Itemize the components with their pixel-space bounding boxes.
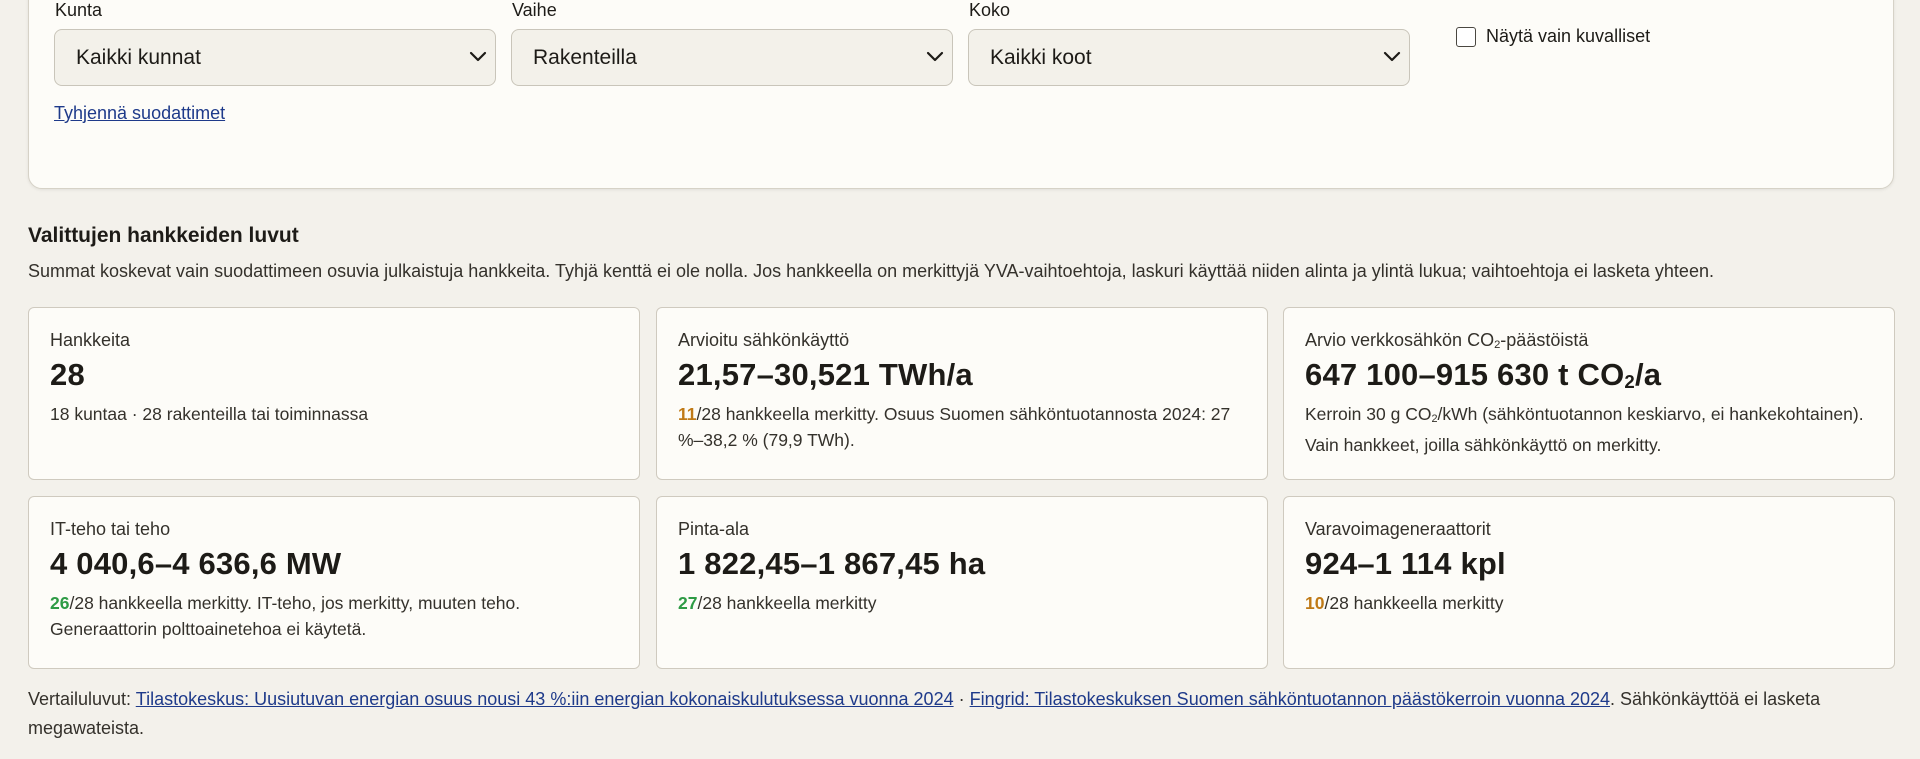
card-note: Kerroin 30 g CO2/kWh (sähköntuotannon ke… xyxy=(1305,401,1873,458)
filter-panel: Kunta Kaikki kunnat Vaihe Rakenteilla Ko… xyxy=(28,0,1894,189)
size-select[interactable]: Kaikki koot xyxy=(968,29,1410,86)
card-note: 10/28 hankkeella merkitty xyxy=(1305,590,1873,616)
coverage-text: /28 hankkeella merkitty. Osuus Suomen sä… xyxy=(678,404,1231,450)
coverage-text: /28 hankkeella merkitty. IT-teho, jos me… xyxy=(50,593,521,639)
images-only-label: Näytä vain kuvalliset xyxy=(1486,26,1651,46)
card-label: Varavoimageneraattorit xyxy=(1305,519,1491,539)
coverage-count: 27 xyxy=(678,593,698,613)
card-note: 11/28 hankkeella merkitty. Osuus Suomen … xyxy=(678,401,1246,453)
statistics-finland-link[interactable]: Tilastokeskus: Uusiutuvan energian osuus… xyxy=(136,689,954,709)
phase-value: Rakenteilla xyxy=(533,45,637,69)
card-projects: Hankkeita 28 18 kuntaa · 28 rakenteilla … xyxy=(28,307,640,480)
card-note: 26/28 hankkeella merkitty. IT-teho, jos … xyxy=(50,590,618,642)
size-value: Kaikki koot xyxy=(990,45,1092,69)
phase-select[interactable]: Rakenteilla xyxy=(511,29,953,86)
card-area: Pinta-ala 1 822,45–1 867,45 ha 27/28 han… xyxy=(656,496,1268,669)
phase-label: Vaihe xyxy=(512,0,557,20)
label-text: Arvio verkkosähkön CO xyxy=(1305,330,1495,350)
chevron-down-icon xyxy=(469,51,487,62)
card-label: Arvio verkkosähkön CO2-päästöistä xyxy=(1305,330,1873,351)
chevron-down-icon xyxy=(1383,51,1401,62)
card-electricity: Arvioitu sähkönkäyttö 21,57–30,521 TWh/a… xyxy=(656,307,1268,480)
coverage-count: 26 xyxy=(50,593,70,613)
reference-footer: Vertailuluvut: Tilastokeskus: Uusiutuvan… xyxy=(28,685,1888,743)
images-only-toggle[interactable]: Näytä vain kuvalliset xyxy=(1456,26,1650,47)
coverage-text: /28 hankkeella merkitty xyxy=(697,593,877,613)
footer-prefix: Vertailuluvut: xyxy=(28,689,136,709)
card-value: 21,57–30,521 TWh/a xyxy=(678,357,973,392)
card-label: Pinta-ala xyxy=(678,519,750,539)
municipality-value: Kaikki kunnat xyxy=(76,45,201,69)
value-subscript: 2 xyxy=(1624,371,1635,392)
card-note: 27/28 hankkeella merkitty xyxy=(678,590,1246,616)
card-value: 28 xyxy=(50,357,85,392)
card-value: 1 822,45–1 867,45 ha xyxy=(678,546,986,581)
coverage-count: 11 xyxy=(678,404,697,424)
footer-separator: · xyxy=(953,689,970,709)
note-text: Kerroin 30 g CO xyxy=(1305,404,1432,425)
coverage-text: /28 hankkeella merkitty xyxy=(1324,593,1504,613)
chevron-down-icon xyxy=(926,51,944,62)
municipality-label: Kunta xyxy=(55,0,103,20)
card-value: 647 100–915 630 t CO2/a xyxy=(1305,357,1873,393)
card-note: 18 kuntaa · 28 rakenteilla tai toiminnas… xyxy=(50,404,369,424)
municipality-select[interactable]: Kaikki kunnat xyxy=(54,29,496,86)
coverage-count: 10 xyxy=(1305,593,1325,613)
card-label: IT-teho tai teho xyxy=(50,519,171,539)
summary-description: Summat koskevat vain suodattimeen osuvia… xyxy=(28,261,1714,281)
summary-title: Valittujen hankkeiden luvut xyxy=(28,224,299,247)
card-generators: Varavoimageneraattorit 924–1 114 kpl 10/… xyxy=(1283,496,1895,669)
fingrid-link[interactable]: Fingrid: Tilastokeskuksen Suomen sähkönt… xyxy=(970,689,1610,709)
card-value: 924–1 114 kpl xyxy=(1305,546,1506,581)
value-text: /a xyxy=(1634,357,1662,393)
images-only-checkbox[interactable] xyxy=(1456,26,1476,47)
card-label: Arvioitu sähkönkäyttö xyxy=(678,330,850,350)
value-text: 647 100–915 630 t CO xyxy=(1305,357,1625,393)
card-label: Hankkeita xyxy=(50,330,131,350)
card-value: 4 040,6–4 636,6 MW xyxy=(50,546,342,581)
label-text: -päästöistä xyxy=(1500,330,1589,350)
size-label: Koko xyxy=(969,0,1011,20)
clear-filters-link[interactable]: Tyhjennä suodattimet xyxy=(54,103,225,124)
card-emissions: Arvio verkkosähkön CO2-päästöistä 647 10… xyxy=(1283,307,1895,480)
card-power: IT-teho tai teho 4 040,6–4 636,6 MW 26/2… xyxy=(28,496,640,669)
